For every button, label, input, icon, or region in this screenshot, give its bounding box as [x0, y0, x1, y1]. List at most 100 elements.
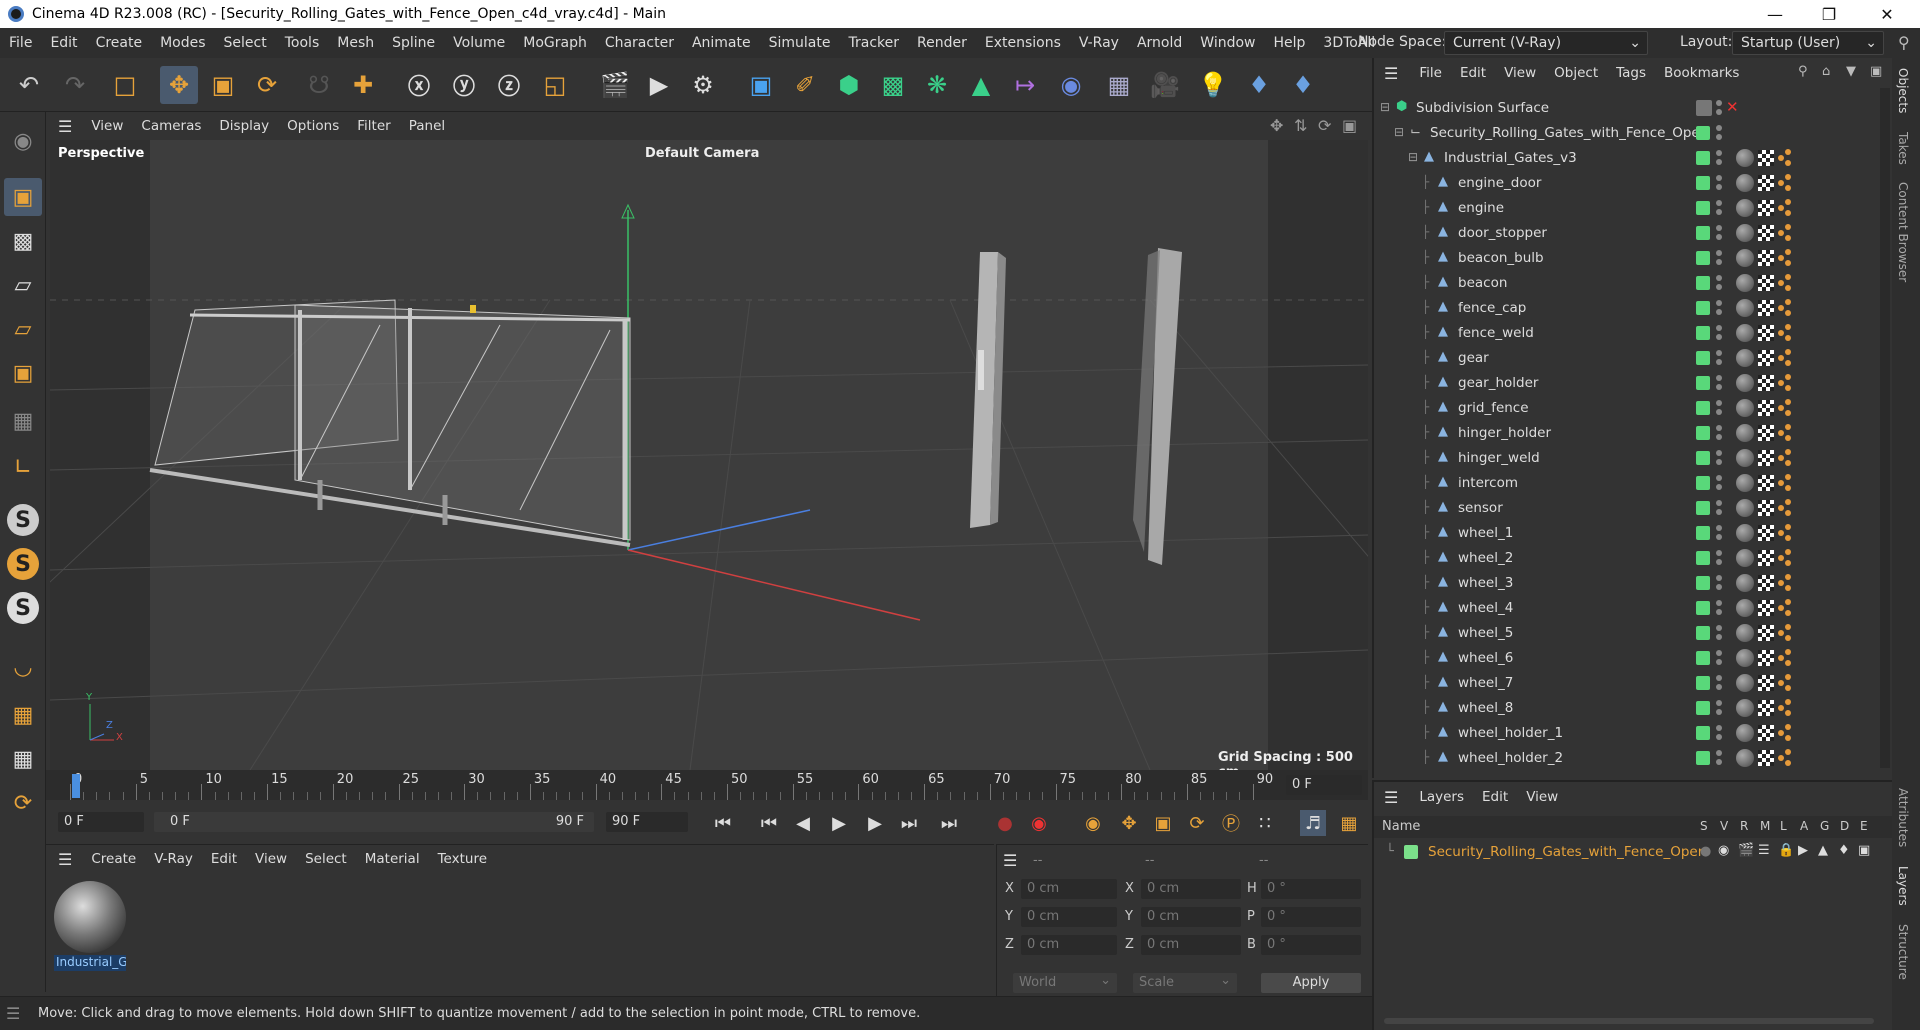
- tab-structure[interactable]: Structure: [1896, 924, 1910, 980]
- polygon-mode-icon[interactable]: ▣: [4, 354, 42, 392]
- uvw-tag-icon[interactable]: [1758, 675, 1774, 691]
- layer-h-scrollbar[interactable]: [1384, 1018, 1874, 1024]
- current-frame-field[interactable]: 0 F: [1286, 775, 1362, 795]
- tree-row-object[interactable]: ├ ▲ engine: [1374, 196, 1874, 221]
- tree-row-object[interactable]: ├ ▲ grid_fence: [1374, 396, 1874, 421]
- material-tag-icon[interactable]: [1736, 549, 1754, 567]
- minimize-button[interactable]: —: [1748, 0, 1802, 28]
- uv-mode-icon[interactable]: ▦: [4, 402, 42, 440]
- tree-row-subgroup[interactable]: ⊟ ▲ Industrial_Gates_v3: [1374, 146, 1874, 171]
- end-frame-field[interactable]: 90 F: [606, 812, 688, 832]
- phong-tag-icon[interactable]: [1778, 599, 1794, 617]
- render-region-button[interactable]: 🎬: [596, 66, 634, 104]
- visibility-dots-icon[interactable]: [1716, 475, 1722, 493]
- layer-col-g[interactable]: G: [1820, 819, 1829, 833]
- new-window-icon[interactable]: ▣: [1870, 64, 1882, 79]
- material-menu-edit[interactable]: Edit: [202, 851, 246, 867]
- visibility-dots-icon[interactable]: [1716, 350, 1722, 368]
- collapse-icon[interactable]: ⊟: [1394, 125, 1404, 139]
- scale-field[interactable]: 0 cm: [1141, 907, 1241, 927]
- scale-field[interactable]: 0 cm: [1141, 935, 1241, 955]
- phong-tag-icon[interactable]: [1778, 399, 1794, 417]
- layer-color-swatch[interactable]: [1404, 845, 1418, 859]
- menu-item-animate[interactable]: Animate: [683, 35, 760, 51]
- phong-tag-icon[interactable]: [1778, 174, 1794, 192]
- phong-tag-icon[interactable]: [1778, 549, 1794, 567]
- search-icon[interactable]: ⚲: [1798, 64, 1808, 79]
- play-button[interactable]: ▶: [826, 810, 852, 836]
- phong-tag-icon[interactable]: [1778, 374, 1794, 392]
- coordinate-system-button[interactable]: ◱: [536, 66, 574, 104]
- layer-col-r[interactable]: R: [1740, 819, 1748, 833]
- scale-dropdown[interactable]: Scale ⌄: [1133, 973, 1237, 993]
- tree-row-object[interactable]: ├ ▲ wheel_6: [1374, 646, 1874, 671]
- world-dropdown[interactable]: World ⌄: [1013, 973, 1117, 993]
- position-key-button[interactable]: ✥: [1116, 810, 1142, 836]
- go-to-end-button[interactable]: ⏭: [936, 810, 962, 836]
- layer-menu-layers[interactable]: Layers: [1410, 789, 1473, 805]
- cube-primitive-button[interactable]: ▣: [742, 66, 780, 104]
- viewport-menu-display[interactable]: Display: [210, 118, 278, 134]
- menu-item-mograph[interactable]: MoGraph: [514, 35, 596, 51]
- render-icon[interactable]: 🎬: [1738, 843, 1754, 858]
- keyframe-selection-button[interactable]: ◉: [1080, 810, 1106, 836]
- uvw-tag-icon[interactable]: [1758, 525, 1774, 541]
- deformer-button[interactable]: ↦: [1006, 66, 1044, 104]
- manager-icon[interactable]: ☰: [1758, 843, 1770, 858]
- visibility-dots-icon[interactable]: [1716, 525, 1722, 543]
- rotation-field[interactable]: 0 °: [1261, 907, 1361, 927]
- phong-tag-icon[interactable]: [1778, 424, 1794, 442]
- uvw-tag-icon[interactable]: [1758, 575, 1774, 591]
- phong-tag-icon[interactable]: [1778, 349, 1794, 367]
- pan-view-icon[interactable]: ✥: [1270, 116, 1283, 135]
- layer-col-s[interactable]: S: [1700, 819, 1708, 833]
- light-button[interactable]: 💡: [1194, 66, 1232, 104]
- uvw-tag-icon[interactable]: [1758, 150, 1774, 166]
- tree-row-object[interactable]: ├ ▲ gear_holder: [1374, 371, 1874, 396]
- visibility-dots-icon[interactable]: [1716, 275, 1722, 293]
- go-to-start-button[interactable]: ⏮: [710, 810, 736, 836]
- tree-row-group[interactable]: ⊟ ⌙ Security_Rolling_Gates_with_Fence_Op…: [1374, 121, 1874, 146]
- viewport-menu-filter[interactable]: Filter: [348, 118, 399, 134]
- render-settings-button[interactable]: ⚙: [684, 66, 722, 104]
- tree-row-object[interactable]: ├ ▲ wheel_4: [1374, 596, 1874, 621]
- visibility-dots-icon[interactable]: [1716, 125, 1722, 143]
- material-tag-icon[interactable]: [1736, 624, 1754, 642]
- enabled-check-icon[interactable]: [1696, 701, 1710, 715]
- enabled-check-icon[interactable]: [1696, 476, 1710, 490]
- tab-content-browser[interactable]: Content Browser: [1896, 182, 1910, 282]
- layer-col-m[interactable]: M: [1760, 819, 1770, 833]
- material-tag-icon[interactable]: [1736, 699, 1754, 717]
- previous-key-button[interactable]: ⏮: [756, 810, 782, 836]
- recent-tool-button[interactable]: ☋: [300, 66, 338, 104]
- material-tag-icon[interactable]: [1736, 374, 1754, 392]
- uvw-tag-icon[interactable]: [1758, 700, 1774, 716]
- material-tag-icon[interactable]: [1736, 299, 1754, 317]
- menu-item-help[interactable]: Help: [1264, 35, 1314, 51]
- tree-row-object[interactable]: ├ ▲ fence_weld: [1374, 321, 1874, 346]
- material-menu-view[interactable]: View: [246, 851, 296, 867]
- object-menu-edit[interactable]: Edit: [1451, 65, 1495, 81]
- menu-item-create[interactable]: Create: [87, 35, 152, 51]
- expression-icon[interactable]: ▣: [1858, 843, 1870, 858]
- menu-item-mesh[interactable]: Mesh: [328, 35, 383, 51]
- python-script-button[interactable]: ♦: [1284, 66, 1322, 104]
- material-tag-icon[interactable]: [1736, 424, 1754, 442]
- phong-tag-icon[interactable]: [1778, 624, 1794, 642]
- auto-key-button[interactable]: ◉: [1026, 810, 1052, 836]
- tree-row-object[interactable]: ├ ▲ wheel_holder_2: [1374, 746, 1874, 768]
- tree-row-object[interactable]: ├ ▲ gear: [1374, 346, 1874, 371]
- material-menu-create[interactable]: Create: [82, 851, 145, 867]
- object-menu-object[interactable]: Object: [1545, 65, 1607, 81]
- uvw-tag-icon[interactable]: [1758, 625, 1774, 641]
- tree-row-object[interactable]: ├ ▲ beacon_bulb: [1374, 246, 1874, 271]
- hamburger-menu-icon[interactable]: ☰: [1384, 788, 1398, 807]
- phong-tag-icon[interactable]: [1778, 674, 1794, 692]
- phong-tag-icon[interactable]: [1778, 724, 1794, 742]
- enabled-check-icon[interactable]: [1696, 676, 1710, 690]
- material-tag-icon[interactable]: [1736, 274, 1754, 292]
- cloner-button[interactable]: ❋: [918, 66, 956, 104]
- tree-row-object[interactable]: ├ ▲ wheel_3: [1374, 571, 1874, 596]
- uvw-tag-icon[interactable]: [1758, 475, 1774, 491]
- visibility-dots-icon[interactable]: [1716, 500, 1722, 518]
